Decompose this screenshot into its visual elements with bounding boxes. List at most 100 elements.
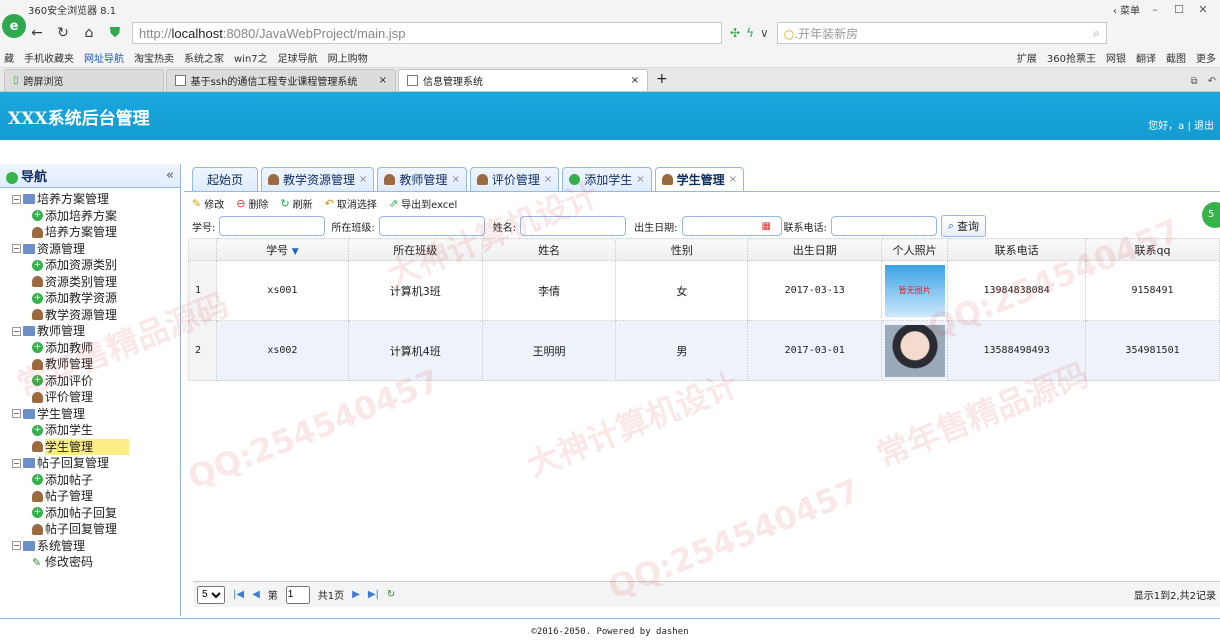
browser-tab[interactable]: 基于ssh的通信工程专业课程管理系统 × (166, 69, 396, 91)
maximize-icon[interactable]: ☐ (1170, 2, 1188, 16)
nav-item[interactable]: + 添加资源类别 (12, 257, 180, 274)
menu-button[interactable]: ‹ 菜单 (1113, 2, 1140, 17)
flash-icon[interactable]: ϟ (746, 26, 754, 40)
close-tab-icon[interactable]: × (729, 174, 737, 185)
phone-input[interactable] (830, 216, 937, 236)
close-tab-icon[interactable]: × (631, 75, 639, 86)
nav-item[interactable]: + 添加评价 (12, 373, 180, 390)
table-row[interactable]: 1 xs001 计算机3班 李倩 女 2017-03-13 暂无图片 13984… (188, 260, 1220, 321)
undo-close-icon[interactable]: ↶ (1208, 76, 1216, 87)
column-header[interactable]: 联系电话 (947, 238, 1087, 261)
collapse-toggle-icon[interactable]: − (12, 244, 21, 254)
edit-button[interactable]: ✎ 修改 (192, 196, 224, 211)
translate-button[interactable]: 翻译 (1136, 50, 1156, 65)
nav-group[interactable]: − 资源管理 (12, 241, 180, 258)
dropdown-icon[interactable]: ∨ (760, 26, 769, 40)
query-button[interactable]: ⌕ 查询 (940, 215, 987, 237)
sync-icon[interactable]: ✣ (730, 26, 740, 40)
close-tab-icon[interactable]: × (636, 174, 644, 185)
bookmark-item[interactable]: 手机收藏夹 (24, 50, 74, 65)
close-tab-icon[interactable]: × (451, 174, 459, 185)
nav-group[interactable]: − 教师管理 (12, 323, 180, 340)
nav-item[interactable]: + 添加培养方案 (12, 208, 180, 225)
back-icon[interactable]: ← (28, 24, 46, 42)
browser-search-input[interactable]: ○.开年装新房 ⌕ (776, 22, 1107, 44)
column-header[interactable]: 所在班级 (347, 238, 483, 261)
banking-button[interactable]: 网银 (1106, 50, 1126, 65)
nav-item[interactable]: 学生管理 (12, 438, 180, 455)
more-button[interactable]: 更多 (1196, 50, 1216, 65)
shield-icon[interactable]: ⛊ (106, 24, 124, 42)
nav-item[interactable]: 帖子回复管理 (12, 521, 180, 538)
home-icon[interactable]: ⌂ (80, 24, 98, 42)
close-tab-icon[interactable]: × (379, 75, 387, 86)
bookmark-item[interactable]: 足球导航 (278, 50, 318, 65)
bookmark-item[interactable]: win7之 (234, 50, 268, 65)
page-tab[interactable]: 教学资源管理 × (261, 167, 375, 191)
bookmark-item[interactable]: 藏 (4, 50, 14, 65)
nav-group[interactable]: − 系统管理 (12, 538, 180, 555)
prev-page-icon[interactable]: ◀ (252, 589, 260, 600)
cancel-select-button[interactable]: ↶ 取消选择 (325, 196, 377, 211)
extensions-button[interactable]: 扩展 (1017, 50, 1037, 65)
bookmark-item[interactable]: 淘宝热卖 (134, 50, 174, 65)
browser-tab[interactable]: ▯ 跨屏浏览 (4, 69, 164, 91)
bookmark-item[interactable]: 网上购物 (328, 50, 368, 65)
user-links[interactable]: 您好，a | 退出 (1148, 117, 1214, 140)
next-page-icon[interactable]: ▶ (352, 589, 360, 600)
search-icon[interactable]: ⌕ (1093, 26, 1100, 41)
close-tab-icon[interactable]: × (544, 174, 552, 185)
column-header[interactable]: 个人照片 (881, 238, 949, 261)
restore-tabs-icon[interactable]: ⧉ (1190, 76, 1197, 87)
delete-button[interactable]: ⊖ 删除 (236, 196, 268, 211)
collapse-toggle-icon[interactable]: − (12, 409, 21, 419)
column-header[interactable]: 出生日期 (747, 238, 883, 261)
ticket-button[interactable]: 360抢票王 (1047, 50, 1096, 65)
name-input[interactable] (520, 216, 627, 236)
class-input[interactable] (378, 216, 485, 236)
nav-item[interactable]: 帖子管理 (12, 488, 180, 505)
nav-item[interactable]: + 添加帖子 (12, 472, 180, 489)
column-header[interactable]: 学号 ▼ (215, 238, 349, 261)
column-header[interactable]: 联系qq (1085, 238, 1220, 261)
new-tab-button[interactable]: + (650, 71, 674, 91)
page-size-select[interactable]: 5 (197, 585, 225, 604)
reload-page-icon[interactable]: ↻ (387, 589, 395, 600)
bookmark-item[interactable]: 网址导航 (84, 50, 124, 65)
url-input[interactable]: http://localhost:8080/JavaWebProject/mai… (132, 22, 722, 44)
nav-group[interactable]: − 培养方案管理 (12, 191, 180, 208)
close-icon[interactable]: ✕ (1194, 2, 1212, 16)
minimize-icon[interactable]: – (1146, 2, 1164, 16)
page-tab[interactable]: 学生管理 × (654, 167, 745, 191)
page-tab[interactable]: 起始页 (192, 167, 259, 191)
nav-item[interactable]: 评价管理 (12, 389, 180, 406)
column-header[interactable]: 姓名 (481, 238, 617, 261)
nav-item[interactable]: + 添加帖子回复 (12, 505, 180, 522)
column-header[interactable]: 性别 (615, 238, 749, 261)
first-page-icon[interactable]: |◀ (233, 589, 244, 600)
table-row[interactable]: 2 xs002 计算机4班 王明明 男 2017-03-01 135884984… (188, 320, 1220, 381)
nav-item[interactable]: 教师管理 (12, 356, 180, 373)
last-page-icon[interactable]: ▶| (368, 589, 379, 600)
collapse-icon[interactable]: « (166, 168, 174, 183)
page-tab[interactable]: 评价管理 × (469, 167, 560, 191)
reload-icon[interactable]: ↻ (54, 24, 72, 42)
nav-item[interactable]: + 添加教学资源 (12, 290, 180, 307)
close-tab-icon[interactable]: × (359, 174, 367, 185)
page-tab[interactable]: 添加学生 × (562, 167, 652, 191)
page-number-input[interactable] (285, 585, 310, 604)
bookmark-item[interactable]: 系统之家 (184, 50, 224, 65)
collapse-toggle-icon[interactable]: − (12, 326, 21, 336)
nav-item[interactable]: + 添加教师 (12, 340, 180, 357)
collapse-toggle-icon[interactable]: − (12, 458, 21, 468)
student-no-input[interactable] (219, 216, 326, 236)
refresh-button[interactable]: ↻ 刷新 (280, 196, 312, 211)
nav-group[interactable]: − 学生管理 (12, 406, 180, 423)
export-button[interactable]: ⇗ 导出到excel (389, 196, 457, 211)
screenshot-button[interactable]: 截图 (1166, 50, 1186, 65)
nav-item[interactable]: 教学资源管理 (12, 307, 180, 324)
nav-item[interactable]: 培养方案管理 (12, 224, 180, 241)
collapse-toggle-icon[interactable]: − (12, 541, 21, 551)
nav-group[interactable]: − 帖子回复管理 (12, 455, 180, 472)
nav-item[interactable]: + 添加学生 (12, 422, 180, 439)
